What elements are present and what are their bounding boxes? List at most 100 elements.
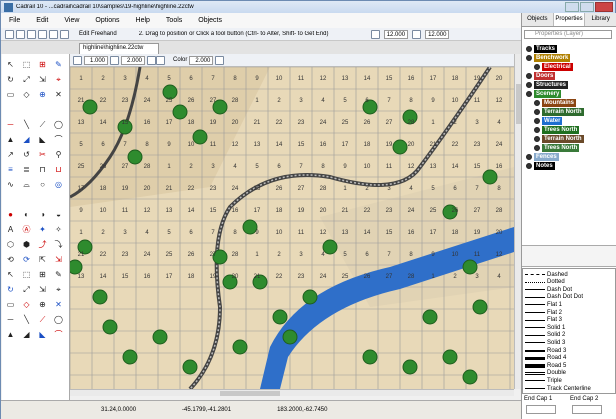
tool-button-61-icon[interactable]: ╲ <box>20 313 33 326</box>
tool-button-41-icon[interactable]: ⬢ <box>20 238 33 251</box>
menu-item-options[interactable]: Options <box>87 17 127 24</box>
tool-button-27-icon[interactable]: ⊔ <box>52 163 65 176</box>
tool-button-53-icon[interactable]: ⤢ <box>20 283 33 296</box>
tool-button-18-icon[interactable]: ◣ <box>36 133 49 146</box>
line-type-item[interactable]: Road 3 <box>525 347 613 354</box>
line-type-item[interactable]: Dash Dot <box>525 286 613 293</box>
layer-label[interactable]: Scenery <box>534 90 562 98</box>
menu-item-objects[interactable]: Objects <box>190 17 230 24</box>
tool-button-52-icon[interactable]: ↻ <box>4 283 17 296</box>
tool-button-1-icon[interactable]: ⬚ <box>20 58 33 71</box>
menu-item-view[interactable]: View <box>56 17 87 24</box>
layer-label[interactable]: Mountains <box>542 99 576 107</box>
tool-button-58-icon[interactable]: ⊕ <box>36 298 49 311</box>
layer-row[interactable]: Electrical <box>534 63 573 71</box>
menu-item-file[interactable]: File <box>1 17 28 24</box>
tool-button-43-icon[interactable]: ⤵ <box>52 238 65 251</box>
tab-properties[interactable]: Properties <box>553 13 586 26</box>
layer-label[interactable]: Water <box>542 117 563 125</box>
grid-icon[interactable] <box>412 29 422 39</box>
height-field[interactable]: 2.000 <box>121 55 145 65</box>
tool-button-25-icon[interactable]: ≣ <box>20 163 33 176</box>
line-type-item[interactable]: Flat 3 <box>525 317 613 324</box>
menu-item-help[interactable]: Help <box>128 17 158 24</box>
visibility-toggle-icon[interactable] <box>534 64 540 70</box>
layer-row[interactable]: Mountains <box>534 99 576 107</box>
width-field[interactable]: 1.000 <box>84 55 108 65</box>
visibility-toggle-icon[interactable] <box>534 136 540 142</box>
layer-row[interactable]: Doors <box>526 72 556 80</box>
save-icon[interactable] <box>27 29 36 39</box>
tool-button-4-icon[interactable]: ↻ <box>4 73 17 86</box>
horizontal-scrollbar[interactable] <box>70 389 514 396</box>
visibility-toggle-icon[interactable] <box>526 163 532 169</box>
tool-button-13-icon[interactable]: ╲ <box>20 118 33 131</box>
tool-button-39-icon[interactable]: ✧ <box>52 223 65 236</box>
line-type-item[interactable]: Track Centerline <box>525 385 613 392</box>
print-icon[interactable] <box>38 29 47 39</box>
tool-button-12-icon[interactable]: ─ <box>4 118 17 131</box>
tool-button-30-icon[interactable]: ○ <box>36 178 49 191</box>
copy-icon[interactable] <box>60 29 69 39</box>
end-cap-2-select[interactable] <box>572 405 602 414</box>
line-type-item[interactable]: Road 5 <box>525 362 613 369</box>
visibility-toggle-icon[interactable] <box>526 82 532 88</box>
layer-row[interactable]: Trees North <box>534 144 580 152</box>
line-type-item[interactable]: Triple <box>525 377 613 384</box>
tool-button-49-icon[interactable]: ⬚ <box>20 268 33 281</box>
tool-button-42-icon[interactable]: ⤴ <box>36 238 49 251</box>
line-type-item[interactable]: Solid 2 <box>525 332 613 339</box>
grid-field[interactable]: 12.000 <box>425 29 450 39</box>
visibility-toggle-icon[interactable] <box>526 55 532 61</box>
layer-row[interactable]: Terrain North <box>534 135 584 143</box>
layer-row[interactable]: Terrain North <box>534 108 584 116</box>
layer-label[interactable]: Trees North <box>542 126 580 134</box>
layer-label[interactable]: Doors <box>534 72 556 80</box>
tool-button-6-icon[interactable]: ⇲ <box>36 73 49 86</box>
visibility-toggle-icon[interactable] <box>534 127 540 133</box>
tool-button-8-icon[interactable]: ▭ <box>4 88 17 101</box>
tool-button-56-icon[interactable]: ▭ <box>4 298 17 311</box>
visibility-toggle-icon[interactable] <box>526 154 532 160</box>
tool-button-34-icon[interactable]: ◑ <box>36 208 49 221</box>
line-type-item[interactable]: Dotted <box>525 279 613 286</box>
horizontal-scroll-thumb[interactable] <box>220 391 280 396</box>
new-file-icon[interactable] <box>5 29 14 39</box>
tool-button-50-icon[interactable]: ⊞ <box>36 268 49 281</box>
tool-button-0-icon[interactable]: ↖ <box>4 58 17 71</box>
color-picker-icon[interactable] <box>215 55 225 65</box>
layer-label[interactable]: Structures <box>534 81 569 89</box>
line-type-item[interactable]: Dashed <box>525 271 613 278</box>
tool-button-59-icon[interactable]: ✕ <box>52 298 65 311</box>
tool-button-60-icon[interactable]: ─ <box>4 313 17 326</box>
tool-button-57-icon[interactable]: ◇ <box>20 298 33 311</box>
visibility-toggle-icon[interactable] <box>526 46 532 52</box>
drawing-canvas[interactable]: 1 2 3 4 5 6 7 8 9 10 11 12 13 14 15 16 17 18 19 20 21 22 23 24 2… <box>70 67 514 389</box>
tool-button-15-icon[interactable]: ◯ <box>52 118 65 131</box>
tool-button-2-icon[interactable]: ⊞ <box>36 58 49 71</box>
tab-library[interactable]: Library <box>585 13 616 26</box>
tool-button-5-icon[interactable]: ⤢ <box>20 73 33 86</box>
tool-button-45-icon[interactable]: ⟳ <box>20 253 33 266</box>
visibility-toggle-icon[interactable] <box>534 145 540 151</box>
tool-button-11-icon[interactable]: ✕ <box>52 88 65 101</box>
tool-button-54-icon[interactable]: ⇲ <box>36 283 49 296</box>
tool-button-47-icon[interactable]: ⇲ <box>52 253 65 266</box>
snap-icon[interactable] <box>370 29 380 39</box>
tool-button-36-icon[interactable]: A <box>4 223 17 236</box>
tool-button-62-icon[interactable]: ⟋ <box>36 313 49 326</box>
tool-button-67-icon[interactable]: ⌒ <box>52 328 65 341</box>
line-type-item[interactable]: Double <box>525 370 613 377</box>
visibility-toggle-icon[interactable] <box>526 91 532 97</box>
tool-button-7-icon[interactable]: ⌖ <box>52 73 65 86</box>
fill-icon[interactable] <box>156 55 165 65</box>
tool-button-51-icon[interactable]: ✎ <box>52 268 65 281</box>
layer-row[interactable]: Scenery <box>526 90 562 98</box>
tool-button-64-icon[interactable]: ▲ <box>4 328 17 341</box>
close-button[interactable] <box>595 2 613 12</box>
line-type-item[interactable]: Solid 1 <box>525 324 613 331</box>
tool-button-55-icon[interactable]: ⌖ <box>52 283 65 296</box>
open-file-icon[interactable] <box>16 29 25 39</box>
tab-objects[interactable]: Objects <box>522 13 554 26</box>
tool-button-33-icon[interactable]: ◐ <box>20 208 33 221</box>
